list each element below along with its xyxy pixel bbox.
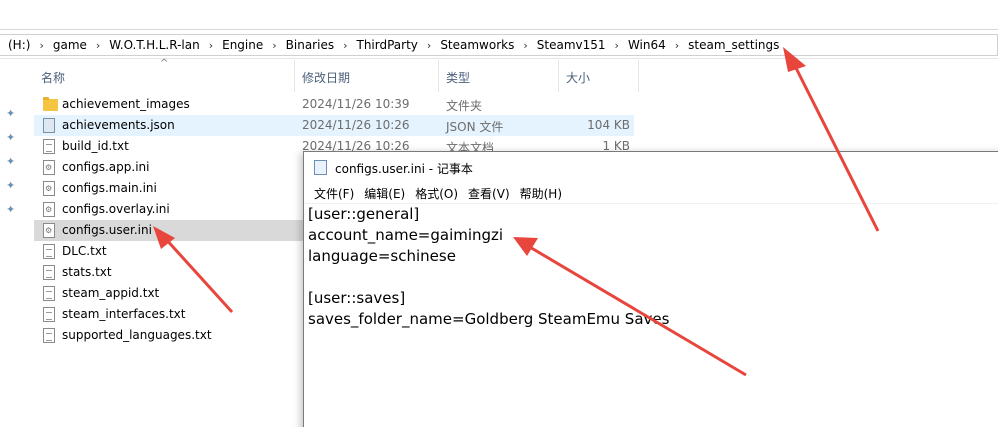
breadcrumb-steam-settings[interactable]: steam_settings — [684, 38, 783, 52]
text-line: [user::saves] — [308, 289, 406, 307]
file-name: supported_languages.txt — [62, 328, 212, 342]
notepad-icon — [314, 160, 327, 175]
pin-icon[interactable]: ✦ — [6, 108, 18, 120]
text-line: account_name=gaimingzi — [308, 226, 504, 244]
file-name: configs.overlay.ini — [62, 202, 170, 216]
text-file-icon — [43, 328, 55, 343]
file-name: build_id.txt — [62, 139, 129, 153]
breadcrumb-engine[interactable]: Engine — [218, 38, 267, 52]
file-type: 文件夹 — [446, 99, 483, 113]
column-type[interactable]: 类型 — [446, 69, 470, 86]
file-name: achievement_images — [62, 97, 190, 111]
ini-file-icon — [43, 181, 55, 196]
file-row-achievement-images[interactable]: achievement_images 2024/11/26 10:39 文件夹 — [34, 94, 634, 115]
column-date[interactable]: 修改日期 — [302, 69, 350, 86]
file-date: 2024/11/26 10:39 — [302, 97, 410, 111]
file-date: 2024/11/26 10:26 — [302, 118, 410, 132]
file-name: DLC.txt — [62, 244, 107, 258]
chevron-right-icon[interactable]: › — [204, 39, 218, 52]
file-name: steam_interfaces.txt — [62, 307, 186, 321]
breadcrumb-thirdparty[interactable]: ThirdParty — [353, 38, 422, 52]
chevron-right-icon[interactable]: › — [670, 39, 684, 52]
column-header: ^ 名称 修改日期 类型 大小 — [34, 58, 654, 92]
file-name: configs.user.ini — [62, 223, 152, 237]
chevron-right-icon[interactable]: › — [91, 39, 105, 52]
chevron-right-icon[interactable]: › — [267, 39, 281, 52]
menu-file[interactable]: 文件(F) — [309, 183, 359, 203]
chevron-right-icon[interactable]: › — [338, 39, 352, 52]
pin-icon[interactable]: ✦ — [6, 204, 18, 216]
text-file-icon — [43, 307, 55, 322]
address-bar[interactable]: (H:) › game › W.O.T.H.L.R-lan › Engine ›… — [0, 29, 998, 59]
notepad-window[interactable]: configs.user.ini - 记事本 文件(F) 编辑(E) 格式(O)… — [303, 151, 998, 427]
chevron-right-icon[interactable]: › — [422, 39, 436, 52]
menu-help[interactable]: 帮助(H) — [515, 183, 567, 203]
pin-icon[interactable]: ✦ — [6, 132, 18, 144]
notepad-titlebar[interactable]: configs.user.ini - 记事本 — [304, 152, 998, 183]
menu-edit[interactable]: 编辑(E) — [359, 183, 410, 203]
json-file-icon — [43, 118, 55, 133]
column-divider[interactable] — [638, 60, 639, 92]
file-name: configs.app.ini — [62, 160, 150, 174]
file-type: JSON 文件 — [446, 120, 504, 134]
menu-view[interactable]: 查看(V) — [463, 183, 515, 203]
breadcrumb-drive[interactable]: (H:) — [4, 38, 34, 52]
breadcrumb-binaries[interactable]: Binaries — [282, 38, 338, 52]
file-row-achievements-json[interactable]: achievements.json 2024/11/26 10:26 JSON … — [34, 115, 634, 136]
menu-format[interactable]: 格式(O) — [410, 183, 463, 203]
ini-file-icon — [43, 160, 55, 175]
column-name[interactable]: 名称 — [41, 69, 65, 86]
notepad-menubar: 文件(F) 编辑(E) 格式(O) 查看(V) 帮助(H) — [304, 183, 998, 203]
sort-ascending-icon: ^ — [160, 58, 169, 69]
breadcrumb-steamv151[interactable]: Steamv151 — [533, 38, 610, 52]
column-divider[interactable] — [438, 60, 439, 92]
window-top-strip — [0, 0, 998, 29]
text-line: [user::general] — [308, 205, 420, 223]
pin-icon[interactable]: ✦ — [6, 180, 18, 192]
text-file-icon — [43, 286, 55, 301]
text-file-icon — [43, 139, 55, 154]
column-size[interactable]: 大小 — [566, 69, 590, 86]
column-divider[interactable] — [294, 60, 295, 92]
breadcrumb-game[interactable]: game — [49, 38, 91, 52]
chevron-right-icon[interactable]: › — [518, 39, 532, 52]
breadcrumb-win64[interactable]: Win64 — [624, 38, 670, 52]
text-line — [308, 267, 998, 288]
breadcrumb[interactable]: (H:) › game › W.O.T.H.L.R-lan › Engine ›… — [0, 34, 998, 56]
breadcrumb-wothlr-lan[interactable]: W.O.T.H.L.R-lan — [105, 38, 203, 52]
navigation-pane: ✦ ✦ ✦ ✦ ✦ — [0, 60, 24, 427]
file-name: stats.txt — [62, 265, 112, 279]
text-line: saves_folder_name=Goldberg SteamEmu Save… — [308, 310, 670, 328]
text-line: language=schinese — [308, 247, 456, 265]
file-size: 104 KB — [587, 118, 630, 132]
column-divider[interactable] — [558, 60, 559, 92]
text-file-icon — [43, 265, 55, 280]
ini-file-icon — [43, 202, 55, 217]
file-name: achievements.json — [62, 118, 175, 132]
notepad-title: configs.user.ini - 记事本 — [335, 162, 473, 176]
pin-icon[interactable]: ✦ — [6, 156, 18, 168]
ini-file-icon — [43, 223, 55, 238]
file-name: configs.main.ini — [62, 181, 157, 195]
chevron-right-icon[interactable]: › — [610, 39, 624, 52]
breadcrumb-steamworks[interactable]: Steamworks — [436, 38, 518, 52]
notepad-text-area[interactable]: [user::general] account_name=gaimingzi l… — [308, 204, 998, 330]
file-name: steam_appid.txt — [62, 286, 160, 300]
folder-icon — [43, 97, 58, 111]
chevron-right-icon[interactable]: › — [34, 39, 48, 52]
text-file-icon — [43, 244, 55, 259]
